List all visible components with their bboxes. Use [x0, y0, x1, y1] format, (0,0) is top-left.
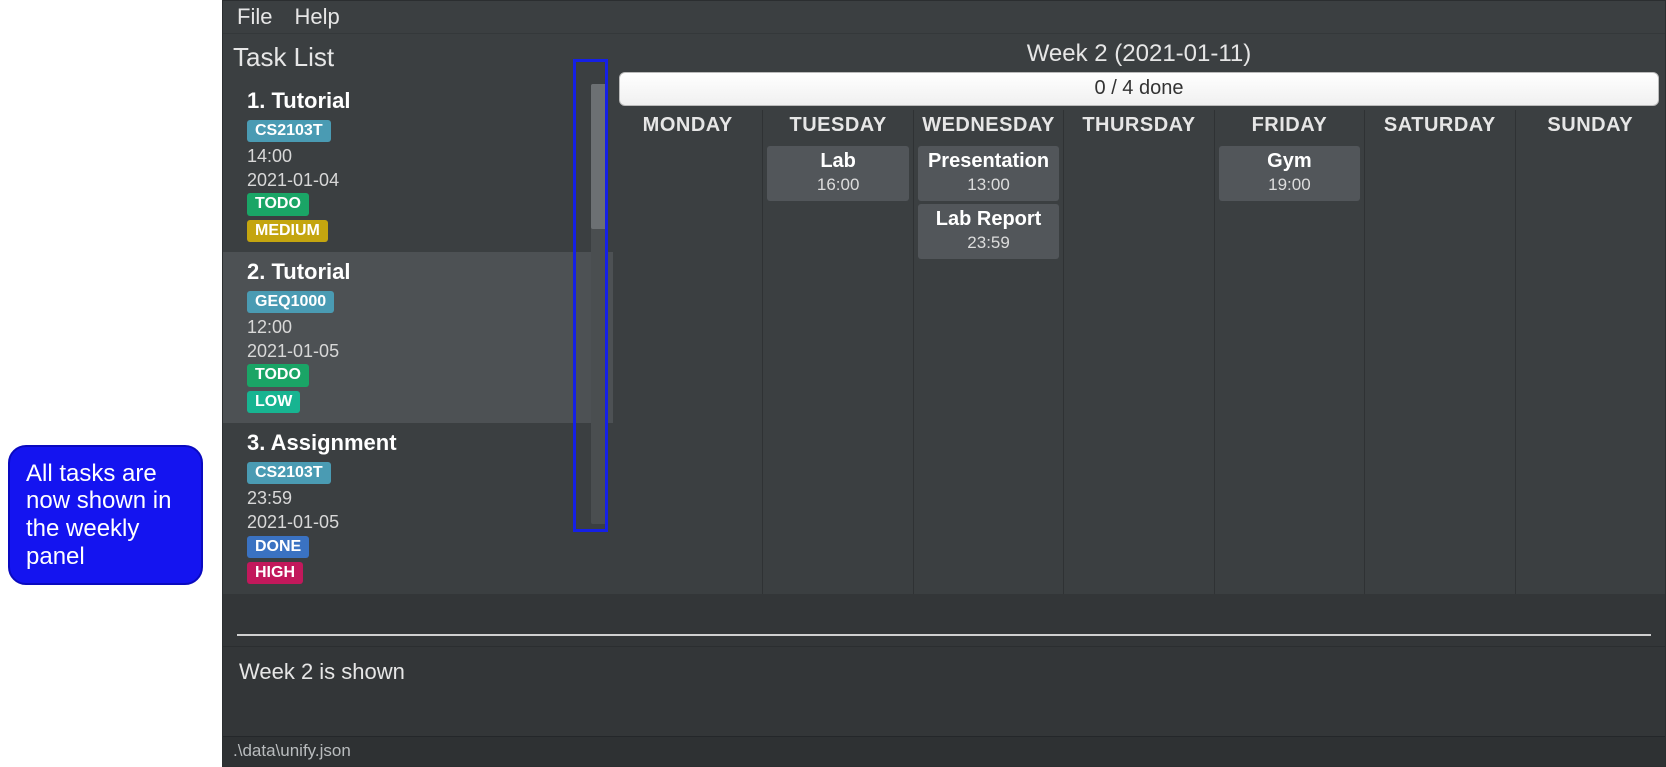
- event-time: 23:59: [920, 233, 1057, 253]
- day-header: WEDNESDAY: [916, 110, 1061, 143]
- day-header: TUESDAY: [765, 110, 910, 143]
- module-tag: GEQ1000: [247, 291, 334, 313]
- done-progress-bar: 0 / 4 done: [619, 72, 1659, 106]
- day-column: TUESDAYLab16:00: [762, 110, 912, 594]
- day-header: FRIDAY: [1217, 110, 1362, 143]
- scrollbar-thumb[interactable]: [591, 84, 607, 229]
- day-column: THURSDAY: [1063, 110, 1213, 594]
- day-column: SATURDAY: [1364, 110, 1514, 594]
- module-tag: CS2103T: [247, 120, 331, 142]
- priority-tag: LOW: [247, 391, 300, 413]
- main-region: Task List 1. TutorialCS2103T14:002021-01…: [223, 34, 1665, 594]
- task-list-title: Task List: [223, 34, 613, 81]
- event-title: Gym: [1221, 150, 1358, 173]
- calendar-event[interactable]: Presentation13:00: [918, 146, 1059, 201]
- event-title: Presentation: [920, 150, 1057, 173]
- calendar-event[interactable]: Lab Report23:59: [918, 204, 1059, 259]
- task-title: 2. Tutorial: [247, 259, 595, 285]
- done-progress-label: 0 / 4 done: [1095, 77, 1184, 100]
- app-window: File Help Task List 1. Tutorial CS2103T 14…: [222, 0, 1666, 767]
- day-header: THURSDAY: [1066, 110, 1211, 143]
- command-input-row[interactable]: [223, 594, 1665, 646]
- event-time: 19:00: [1221, 175, 1358, 195]
- task-title: 3. Assignment: [247, 430, 595, 456]
- day-header: SATURDAY: [1367, 110, 1512, 143]
- day-column: WEDNESDAYPresentation13:00Lab Report23:5…: [913, 110, 1063, 594]
- lower-region: Week 2 is shown .\data\unify.json: [223, 594, 1665, 766]
- task-title: 1. Tutorial: [247, 88, 595, 114]
- menubar: File Help: [223, 1, 1665, 34]
- task-list-panel: Task List 1. TutorialCS2103T14:002021-01…: [223, 34, 613, 594]
- result-console: Week 2 is shown: [223, 646, 1665, 736]
- task-date: 2021-01-05: [247, 341, 595, 363]
- command-input-underline: [237, 634, 1651, 636]
- task-date: 2021-01-04: [247, 170, 595, 192]
- status-tag: TODO: [247, 364, 309, 386]
- status-path: .\data\unify.json: [233, 741, 351, 760]
- event-time: 16:00: [769, 175, 906, 195]
- status-bar: .\data\unify.json: [223, 736, 1665, 766]
- task-card[interactable]: 2. Tutorial GEQ1000 12:002021-01-05TODO LOW: [223, 252, 613, 423]
- event-title: Lab: [769, 150, 906, 173]
- status-tag: DONE: [247, 536, 309, 558]
- week-title: Week 2 (2021-01-11): [613, 34, 1665, 72]
- day-column: SUNDAY: [1515, 110, 1665, 594]
- task-card[interactable]: 3. Assignment CS2103T 23:592021-01-05DONE H…: [223, 423, 613, 594]
- priority-tag: MEDIUM: [247, 220, 328, 242]
- day-header: SUNDAY: [1518, 110, 1663, 143]
- day-column: MONDAY: [613, 110, 762, 594]
- menu-help[interactable]: Help: [294, 4, 339, 30]
- calendar-event[interactable]: Gym19:00: [1219, 146, 1360, 201]
- day-column: FRIDAYGym19:00: [1214, 110, 1364, 594]
- week-panel: Week 2 (2021-01-11) 0 / 4 done MONDAYTUE…: [613, 34, 1665, 594]
- event-time: 13:00: [920, 175, 1057, 195]
- module-tag: CS2103T: [247, 462, 331, 484]
- task-list-scroll[interactable]: 1. TutorialCS2103T14:002021-01-04TODOMED…: [223, 81, 613, 594]
- task-time: 14:00: [247, 146, 595, 168]
- status-tag: TODO: [247, 193, 309, 215]
- day-header: MONDAY: [615, 110, 760, 143]
- week-days-row: MONDAYTUESDAYLab16:00WEDNESDAYPresentati…: [613, 106, 1665, 594]
- task-time: 23:59: [247, 488, 595, 510]
- task-card[interactable]: 1. Tutorial CS2103T 14:002021-01-04TODO MED…: [223, 81, 613, 252]
- menu-file[interactable]: File: [237, 4, 272, 30]
- annotation-callout: All tasks are now shown in the weekly pa…: [8, 445, 203, 585]
- task-date: 2021-01-05: [247, 512, 595, 534]
- task-time: 12:00: [247, 317, 595, 339]
- calendar-event[interactable]: Lab16:00: [767, 146, 908, 201]
- event-title: Lab Report: [920, 208, 1057, 231]
- result-text: Week 2 is shown: [239, 659, 405, 684]
- annotation-text: All tasks are now shown in the weekly pa…: [26, 460, 185, 570]
- priority-tag: HIGH: [247, 562, 303, 584]
